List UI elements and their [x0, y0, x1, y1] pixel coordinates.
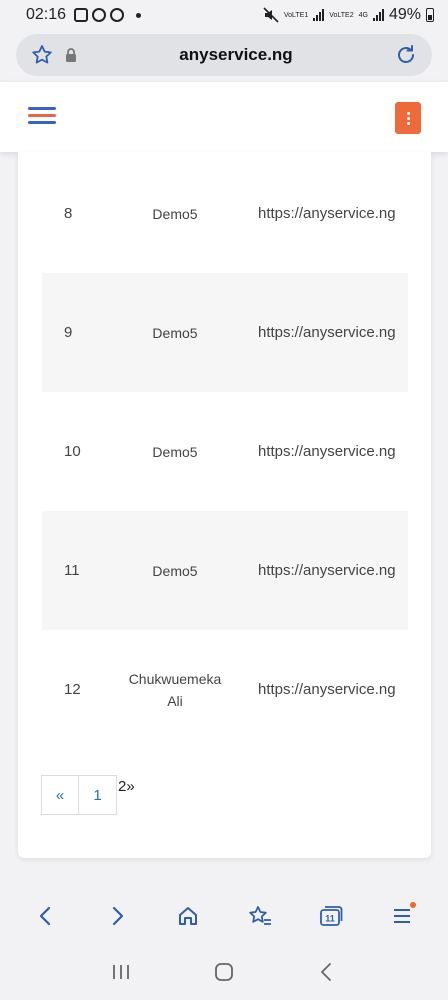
- row-name: Chukwuemeka Ali: [128, 670, 222, 709]
- status-time: 02:16: [26, 6, 67, 23]
- home-button[interactable]: [168, 896, 208, 936]
- tabs-icon: 11: [320, 906, 343, 926]
- bookmarks-star-icon: [248, 906, 271, 925]
- reload-icon[interactable]: [394, 43, 418, 67]
- signal-1-icon: [313, 9, 325, 21]
- site-header: [0, 82, 448, 152]
- row-url[interactable]: https://anyservice.ng: [258, 630, 408, 749]
- system-back-icon: [320, 963, 331, 981]
- system-home-icon: [215, 963, 233, 981]
- battery-percent: 49%: [388, 6, 421, 23]
- row-number: 9: [64, 324, 73, 341]
- browser-toolbar: 11: [0, 888, 448, 944]
- status-bar: 02:16 VoLTE1 VoLTE2 4G 49%: [0, 0, 448, 30]
- recent-apps-icon: [113, 965, 130, 979]
- content-card: 8 Demo5 https://anyservice.ng 9 Demo5 ht…: [18, 152, 431, 858]
- menu-icon: [394, 909, 411, 923]
- system-back-button[interactable]: [307, 952, 347, 992]
- instagram-icon: [110, 8, 125, 22]
- home-icon: [179, 907, 198, 925]
- hamburger-menu-icon[interactable]: [28, 107, 56, 125]
- pagination: « 1 2»: [41, 775, 135, 815]
- row-url[interactable]: https://anyservice.ng: [258, 273, 408, 392]
- row-name: Demo5: [152, 443, 198, 460]
- table-row: 10 Demo5 https://anyservice.ng: [42, 392, 408, 511]
- chevron-right-icon: [112, 906, 124, 926]
- table-row: 12 Chukwuemeka Ali https://anyservice.ng: [42, 630, 408, 749]
- row-url[interactable]: https://anyservice.ng: [258, 154, 408, 273]
- row-name: Demo5: [152, 205, 198, 222]
- menu-button[interactable]: [382, 896, 422, 936]
- chevron-left-icon: [39, 906, 50, 926]
- more-notifications-icon: [136, 12, 142, 18]
- row-url[interactable]: https://anyservice.ng: [258, 511, 408, 630]
- system-home-button[interactable]: [204, 952, 244, 992]
- sim1-label: VoLTE1: [283, 11, 309, 19]
- row-url[interactable]: https://anyservice.ng: [258, 392, 408, 511]
- recent-apps-button[interactable]: [101, 952, 141, 992]
- notification-dot: [410, 902, 417, 908]
- lock-icon: [66, 48, 76, 62]
- system-navigation-bar: [0, 944, 448, 1000]
- tabs-button[interactable]: 11: [311, 896, 351, 936]
- row-name: Demo5: [152, 562, 198, 579]
- forward-button[interactable]: [97, 896, 137, 936]
- pagination-page-1[interactable]: 1: [79, 775, 117, 815]
- row-number: 11: [64, 562, 80, 579]
- notification-icons: [74, 8, 142, 22]
- table-row: 11 Demo5 https://anyservice.ng: [42, 511, 408, 630]
- back-button[interactable]: [26, 896, 66, 936]
- row-name: Demo5: [152, 324, 198, 341]
- mute-icon: [263, 7, 279, 23]
- pagination-next-link[interactable]: 2»: [118, 778, 135, 795]
- gallery-icon: [74, 8, 89, 22]
- address-bar[interactable]: anyservice.ng: [16, 34, 432, 76]
- row-number: 8: [64, 205, 73, 222]
- row-number: 10: [64, 443, 81, 460]
- table-row: 8 Demo5 https://anyservice.ng: [42, 154, 408, 273]
- table-row: 9 Demo5 https://anyservice.ng: [42, 273, 408, 392]
- battery-icon: [426, 8, 434, 22]
- tabs-count: 11: [325, 914, 335, 924]
- row-number: 12: [64, 681, 81, 698]
- pagination-prev-button[interactable]: «: [41, 775, 79, 815]
- whatsapp-icon: [92, 8, 107, 22]
- signal-2-icon: [372, 9, 384, 21]
- network-type: 4G: [358, 11, 368, 19]
- bookmark-star-icon[interactable]: [30, 43, 54, 67]
- more-options-button[interactable]: [395, 102, 421, 134]
- sim2-label: VoLTE2: [329, 11, 354, 19]
- bookmarks-button[interactable]: [240, 896, 280, 936]
- url-text[interactable]: anyservice.ng: [78, 45, 394, 65]
